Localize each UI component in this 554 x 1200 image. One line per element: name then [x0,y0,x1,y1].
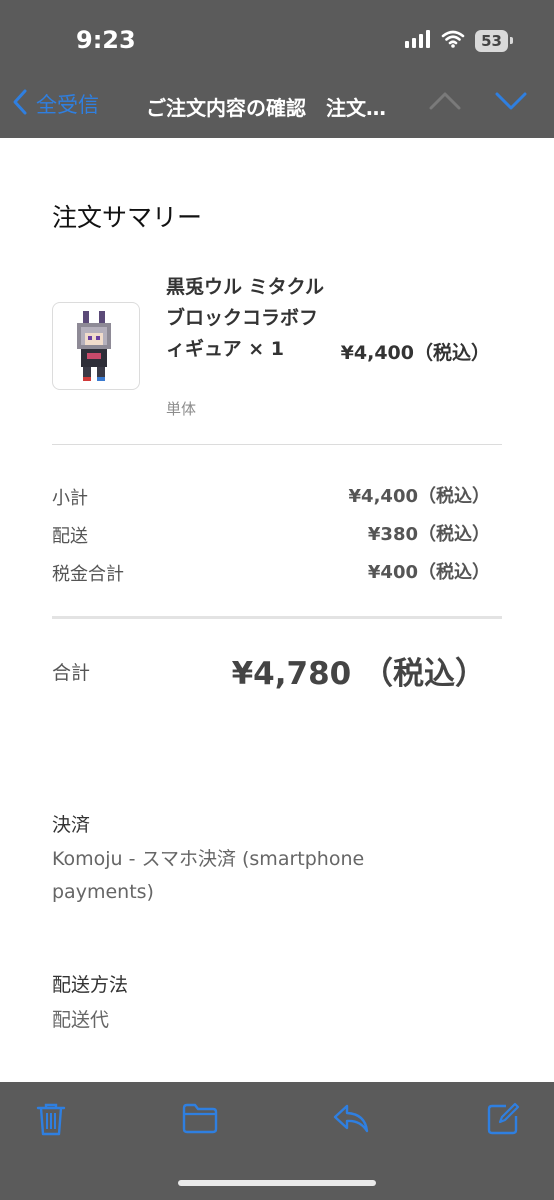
payment-heading: 決済 [52,814,91,836]
email-subject: ご注文内容の確認 注文… [146,96,386,120]
tax-value: ¥400（税込） [367,562,490,583]
chevron-left-icon [12,88,28,120]
trash-icon [36,1103,66,1140]
reply-icon [332,1104,370,1138]
chevron-up-icon [428,92,462,116]
chevron-down-icon [494,92,528,116]
tax-label: 税金合計 [52,564,124,585]
product-price: ¥4,400（税込） [340,342,490,364]
product-image[interactable] [52,302,140,390]
shipping-label: 配送 [52,526,88,547]
email-body: 注文サマリー 黒兎ウル ミタクルブロックコラボフィギュア × 1 単体 ¥4,4… [0,138,554,1082]
subtotal-label: 小計 [52,488,88,509]
shipping-value: ¥380（税込） [367,524,490,545]
next-message-button[interactable] [494,90,528,116]
divider [52,616,502,619]
move-to-folder-button[interactable] [182,1102,218,1138]
wifi-icon [441,30,465,52]
previous-message-button[interactable] [428,90,462,116]
payment-method: Komoju - スマホ決済 (smartphone payments) [52,848,365,903]
folder-icon [182,1103,218,1138]
reply-button[interactable] [332,1102,370,1138]
compose-button[interactable] [486,1102,520,1140]
total-label: 合計 [52,662,91,684]
home-indicator[interactable] [178,1180,376,1186]
delivery-method: 配送代 [52,1009,110,1031]
order-summary-title: 注文サマリー [52,203,203,232]
compose-icon [486,1102,520,1140]
delivery-heading: 配送方法 [52,974,129,996]
delete-button[interactable] [36,1102,66,1140]
total-value: ¥4,780 （税込） [231,656,486,692]
top-bar: 9:23 53 全受信 ご注文内容の確認 注文… [0,0,554,138]
product-variant: 単体 [166,400,197,418]
subtotal-value: ¥4,400（税込） [348,486,490,507]
back-to-inbox-button[interactable]: 全受信 [12,88,99,120]
voxel-figure-icon [77,311,111,381]
back-label: 全受信 [36,93,99,117]
product-name: 黒兎ウル ミタクルブロックコラボフィギュア × 1 [166,276,325,360]
battery-indicator: 53 [475,30,513,52]
cellular-signal-icon [405,30,431,52]
status-icons: 53 [405,30,513,52]
divider [52,444,502,445]
status-time: 9:23 [76,26,136,54]
